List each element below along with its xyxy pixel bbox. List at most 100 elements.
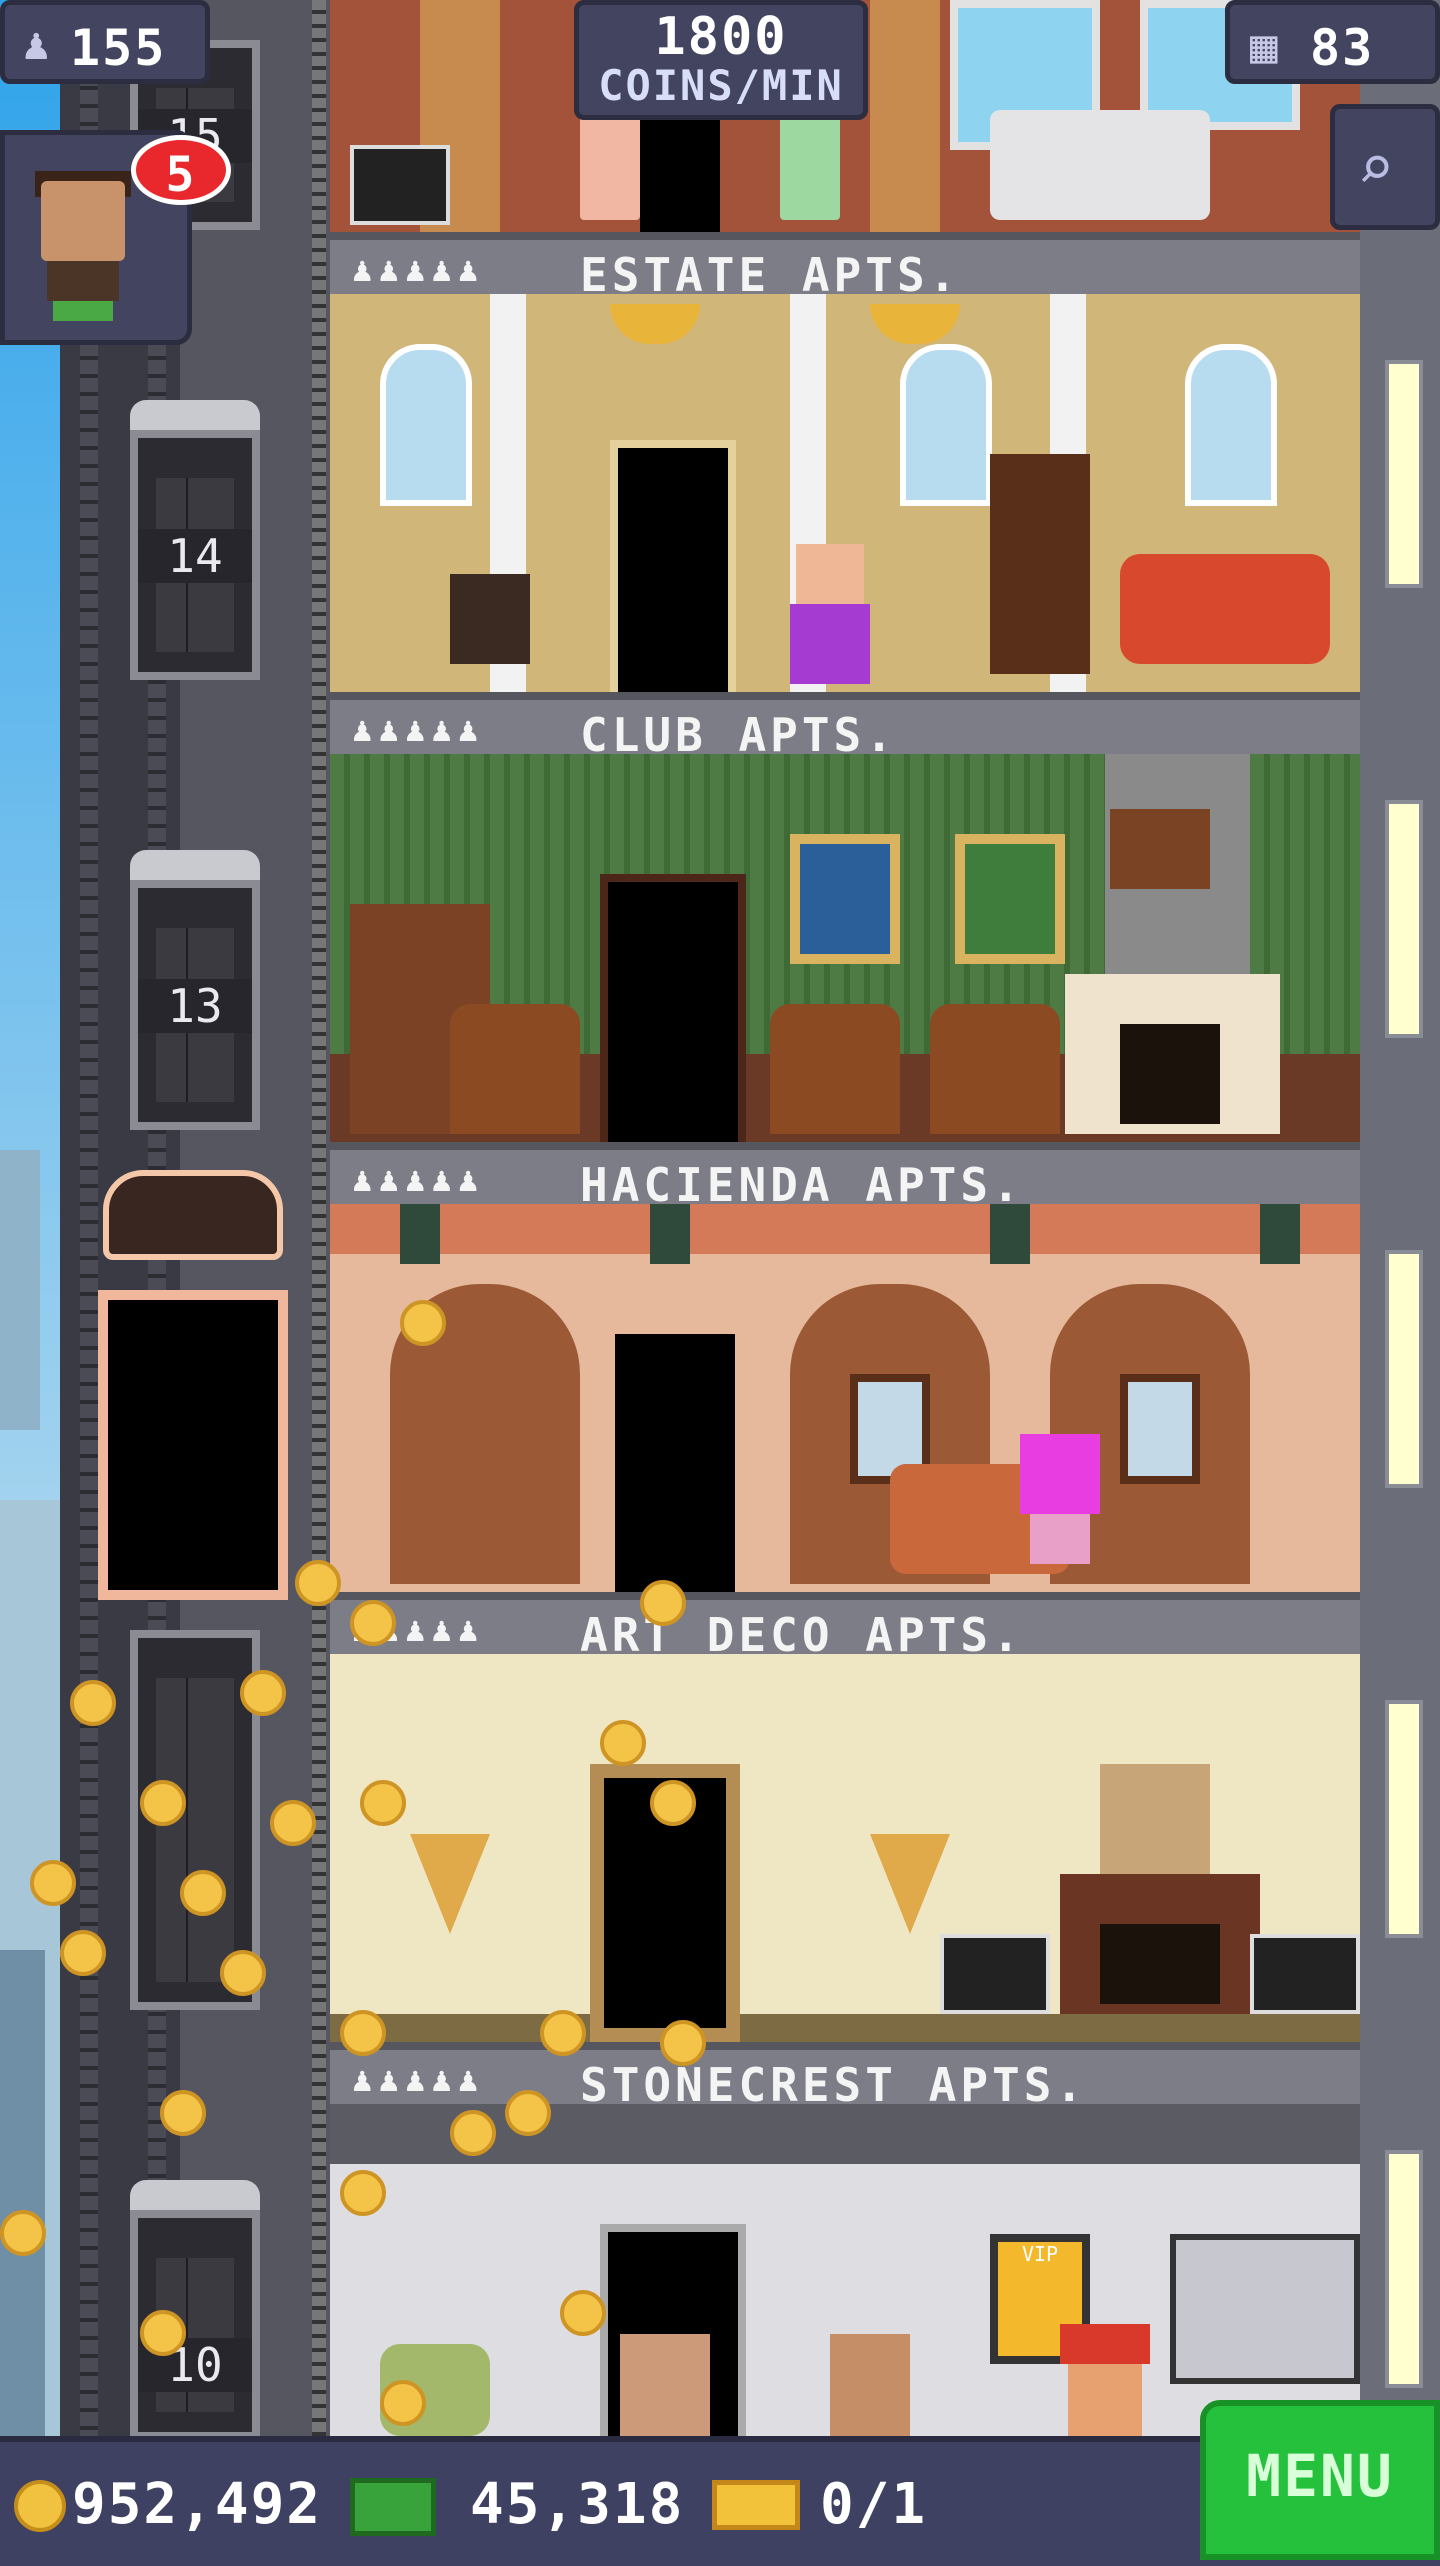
coin-icon <box>340 2010 386 2056</box>
floor-label-estate[interactable]: ♟♟♟♟♟ ESTATE APTS. <box>330 232 1360 302</box>
search-button[interactable]: ⌕ <box>1330 104 1440 230</box>
coin-icon <box>340 2170 386 2216</box>
leather-armchair <box>930 1004 1060 1134</box>
elevator-stop-13[interactable]: 13 <box>130 880 260 1130</box>
wall-sconce-icon <box>410 1834 490 1934</box>
floor-label-stonecrest[interactable]: ♟♟♟♟♟ STONECREST APTS. <box>330 2042 1360 2112</box>
coin-icon <box>560 2290 606 2336</box>
moose-head-icon <box>1110 809 1210 889</box>
hanging-lantern-icon <box>650 1204 690 1264</box>
population-counter[interactable]: ♟ 155 <box>0 0 210 84</box>
arched-window <box>1185 344 1277 506</box>
menu-button[interactable]: MENU <box>1200 2400 1440 2560</box>
apartment-door <box>615 1334 735 1592</box>
apartment-door <box>640 110 720 232</box>
room-art-deco[interactable] <box>330 1654 1360 2042</box>
resident-character[interactable] <box>830 2334 910 2436</box>
coins-per-min-label: COINS/MIN <box>598 61 844 110</box>
sofa <box>990 110 1210 220</box>
coin-icon <box>220 1950 266 1996</box>
hanging-lantern-icon <box>1260 1204 1300 1264</box>
floor-label-hacienda[interactable]: ♟♟♟♟♟ HACIENDA APTS. <box>330 1142 1360 1212</box>
leather-armchair <box>450 1004 580 1134</box>
stereo <box>940 1934 1050 2014</box>
fire-icon <box>1120 1024 1220 1124</box>
wall-window <box>1385 1700 1423 1938</box>
floor-counter[interactable]: ▦ 83 <box>1225 0 1440 84</box>
apartment-door <box>610 440 736 692</box>
elevator-car[interactable] <box>88 1150 298 1610</box>
avatar-body <box>47 261 119 301</box>
wall-window <box>1385 800 1423 1038</box>
magnifier-icon: ⌕ <box>1357 131 1395 204</box>
wall-trim <box>330 1204 1360 1254</box>
telephone-table <box>450 574 530 664</box>
coin-icon <box>0 2210 46 2256</box>
resident-character[interactable] <box>580 110 640 220</box>
red-sofa <box>1120 554 1330 664</box>
room-hacienda[interactable] <box>330 1204 1360 1592</box>
elevator-car-top <box>130 2180 260 2210</box>
elevator-car-top <box>130 850 260 880</box>
tower-bux-value: 45,318 <box>470 2472 685 2537</box>
coin-icon <box>240 1670 286 1716</box>
chandelier-icon <box>610 304 700 344</box>
person-icon: ♟ <box>23 19 50 70</box>
elevator-car-top <box>130 400 260 430</box>
resident-character[interactable] <box>1020 1434 1100 1574</box>
tickets-value: 0/1 <box>820 2472 928 2537</box>
avatar-legs <box>53 301 113 321</box>
coin-icon <box>70 1680 116 1726</box>
resident-character[interactable] <box>1060 2324 1150 2436</box>
floor-label-club[interactable]: ♟♟♟♟♟ CLUB APTS. <box>330 692 1360 762</box>
leather-armchair <box>770 1004 900 1134</box>
wooden-column <box>870 0 940 232</box>
coin-icon <box>14 2480 66 2532</box>
residents-icons: ♟♟♟♟♟ <box>352 710 485 750</box>
portrait-painting <box>790 834 900 964</box>
wall-window <box>1385 360 1423 588</box>
bookshelf <box>990 454 1090 674</box>
coin-icon <box>160 2090 206 2136</box>
window <box>1120 1374 1200 1484</box>
room-club[interactable] <box>330 754 1360 1142</box>
coins-per-minute: 1800 COINS/MIN <box>574 0 868 120</box>
city-building <box>0 1950 45 2440</box>
coin-icon <box>270 1800 316 1846</box>
elevator-stop-14[interactable]: 14 <box>130 430 260 680</box>
resident-character[interactable] <box>780 110 840 220</box>
population-value: 155 <box>70 19 167 77</box>
tower-bux-icon <box>350 2478 436 2536</box>
residents-icons: ♟♟♟♟♟ <box>352 1160 485 1200</box>
coins-value: 952,492 <box>72 2472 323 2537</box>
resident-character[interactable] <box>620 2334 710 2436</box>
wall-window <box>1385 1250 1423 1488</box>
city-building <box>0 1150 40 1430</box>
room-stonecrest[interactable]: VIP <box>330 2104 1360 2436</box>
fire-icon <box>1100 1924 1220 2004</box>
stereo <box>350 145 450 225</box>
elevator-door <box>156 1678 234 1982</box>
coin-icon <box>295 1560 341 1606</box>
elevator-ornament <box>103 1170 283 1260</box>
ticket-icon <box>712 2480 800 2530</box>
coin-icon <box>660 2020 706 2066</box>
notification-badge: 5 <box>131 135 231 205</box>
resident-character[interactable] <box>790 544 870 684</box>
shaft-cable <box>312 0 326 2440</box>
arched-window <box>380 344 472 506</box>
hanging-lantern-icon <box>400 1204 440 1264</box>
hanging-lantern-icon <box>990 1204 1030 1264</box>
floor-label-art-deco[interactable]: ♟♟♟♟♟ ART DECO APTS. <box>330 1592 1360 1662</box>
mission-button[interactable]: 5 <box>0 130 231 345</box>
wall-window <box>1385 2150 1423 2388</box>
wall-sconce-icon <box>870 1834 950 1934</box>
coin-icon <box>650 1780 696 1826</box>
room-estate[interactable] <box>330 294 1360 692</box>
elevator-floor-number: 14 <box>138 529 252 583</box>
coin-icon <box>180 1870 226 1916</box>
coin-icon <box>450 2110 496 2156</box>
elevator-floor-number: 13 <box>138 979 252 1033</box>
residents-icons: ♟♟♟♟♟ <box>352 250 485 290</box>
coin-icon <box>350 1600 396 1646</box>
